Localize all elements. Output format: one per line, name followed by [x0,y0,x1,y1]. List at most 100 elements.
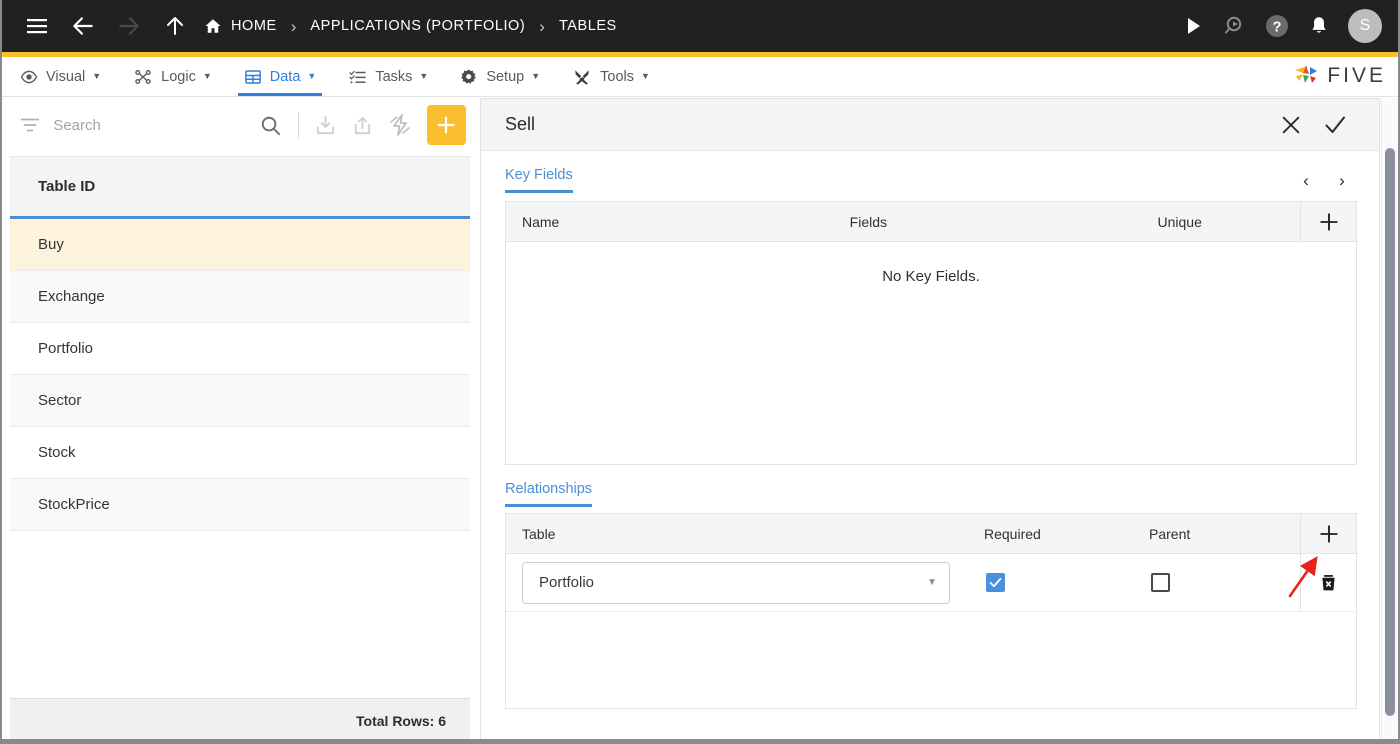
plus-icon [437,116,455,134]
column-header-required[interactable]: Required [968,514,1133,553]
relationships-section: Relationships Table Required Parent Port… [505,465,1357,709]
search-input[interactable] [49,116,253,134]
relationships-empty-space [506,612,1356,708]
table-list-item-stock[interactable]: Stock [10,427,470,479]
relationships-header: Relationships [505,465,1357,507]
svg-text:?: ? [1272,19,1281,36]
menu-item-setup[interactable]: Setup ▼ [446,57,554,96]
export-icon[interactable] [344,106,381,144]
required-checkbox[interactable] [986,573,1005,592]
brand-name: FIVE [1327,64,1386,87]
table-list-item-portfolio[interactable]: Portfolio [10,323,470,375]
table-list-item-exchange[interactable]: Exchange [10,271,470,323]
menu-item-visual[interactable]: Visual ▼ [6,57,115,96]
window-bottom-edge [2,739,1398,742]
help-icon[interactable]: ? [1256,5,1298,47]
column-header-unique[interactable]: Unique [1141,202,1300,241]
table-list-item-stockprice[interactable]: StockPrice [10,479,470,531]
notifications-icon[interactable] [1298,5,1340,47]
parent-checkbox[interactable] [1151,573,1170,592]
avatar[interactable]: S [1348,9,1382,43]
list-item-label: Exchange [38,288,105,305]
top-actions: ? S [1172,5,1398,47]
menu-label-setup: Setup [486,68,525,85]
logic-icon [133,68,153,86]
list-item-label: Buy [38,236,64,253]
chevron-down-icon: ▼ [202,71,212,81]
menu-item-data[interactable]: Data ▼ [230,57,331,96]
relationship-table-cell: Portfolio ▼ [506,554,968,611]
arrow-up-icon[interactable] [158,9,192,43]
arrow-left-icon[interactable] [66,9,100,43]
tables-list-panel: Table ID Buy Exchange Portfolio Sector S… [2,98,472,742]
relationships-grid: Table Required Parent Portfolio ▼ [505,513,1357,709]
tab-key-fields[interactable]: Key Fields [505,167,573,193]
column-header-name[interactable]: Name [506,202,834,241]
breadcrumb-separator: › [290,16,297,36]
confirm-save-icon[interactable] [1313,103,1357,147]
chevron-down-icon: ▼ [307,71,317,81]
delete-relationship-button[interactable] [1300,554,1356,611]
detail-header: Sell [481,99,1379,151]
relationship-table-select[interactable]: Portfolio ▼ [522,561,950,604]
trash-icon [1322,575,1335,591]
search-icon[interactable] [252,114,289,137]
breadcrumb-item-tables[interactable]: TABLES [559,18,617,34]
table-list-item-buy[interactable]: Buy [10,219,470,271]
toolbar-divider [297,112,299,138]
menu-item-tasks[interactable]: Tasks ▼ [334,57,442,96]
table-icon [244,68,262,86]
key-fields-add-button[interactable] [1300,202,1356,241]
relationships-add-button[interactable] [1300,514,1356,553]
tab-relationships[interactable]: Relationships [505,481,593,507]
table-detail-panel: Sell Key Fields ‹ › Name Fields Unique N… [480,98,1380,742]
breadcrumb-separator-2: › [539,16,545,36]
close-icon[interactable] [1269,103,1313,147]
breadcrumb-area: HOME › APPLICATIONS (PORTFOLIO) › TABLES [2,9,617,43]
menu-label-tools: Tools [600,68,634,85]
breadcrumb-item-home[interactable]: HOME [204,17,277,35]
menu-item-tools[interactable]: Tools ▼ [558,57,664,96]
breadcrumb-label-tables: TABLES [558,18,617,34]
vertical-scrollbar[interactable] [1381,98,1397,742]
arrow-right-icon[interactable] [112,9,146,43]
hamburger-icon[interactable] [20,9,54,43]
brand-logo: FIVE [1291,62,1398,96]
menu-label-data: Data [269,68,301,85]
page-title: Sell [505,114,536,134]
column-header-table[interactable]: Table [506,514,968,553]
search-icon[interactable] [1214,5,1256,47]
add-table-button[interactable] [426,105,466,145]
chevron-down-icon: ▼ [419,71,429,81]
lightning-icon[interactable] [381,106,418,144]
scrollbar-thumb[interactable] [1385,148,1395,716]
column-header-parent[interactable]: Parent [1133,514,1268,553]
tables-list: Table ID Buy Exchange Portfolio Sector S… [10,156,470,731]
filter-icon[interactable] [10,114,49,136]
key-fields-header: Key Fields ‹ › [505,151,1357,195]
breadcrumb-item-applications[interactable]: APPLICATIONS (PORTFOLIO) [310,18,525,34]
breadcrumb-label-applications: APPLICATIONS (PORTFOLIO) [310,18,526,34]
chevron-down-icon: ▼ [927,577,937,588]
prev-page-button[interactable]: ‹ [1291,167,1321,195]
column-header-fields[interactable]: Fields [834,202,1142,241]
home-icon [204,17,222,35]
plus-icon [1319,212,1338,231]
import-icon[interactable] [307,106,344,144]
chevron-down-icon: ▼ [641,71,650,81]
table-list-item-sector[interactable]: Sector [10,375,470,427]
application-window: HOME › APPLICATIONS (PORTFOLIO) › TABLES [0,0,1400,744]
module-menu-bar: Visual ▼ Logic ▼ Data ▼ Tasks ▼ Setup ▼ … [2,57,1398,97]
breadcrumb-label-home: HOME [231,18,277,34]
checklist-icon [348,68,367,86]
selected-option-label: Portfolio [539,574,595,591]
key-fields-grid-header: Name Fields Unique [506,202,1356,242]
menu-item-logic[interactable]: Logic ▼ [119,57,226,96]
menu-label-logic: Logic [161,68,196,85]
next-page-button[interactable]: › [1327,167,1357,195]
key-fields-section: Key Fields ‹ › Name Fields Unique No Key… [505,151,1357,465]
run-icon[interactable] [1172,5,1214,47]
chevron-down-icon: ▼ [92,71,102,81]
table-id-column-header[interactable]: Table ID [10,157,470,219]
top-navigation-bar: HOME › APPLICATIONS (PORTFOLIO) › TABLES [2,0,1398,52]
